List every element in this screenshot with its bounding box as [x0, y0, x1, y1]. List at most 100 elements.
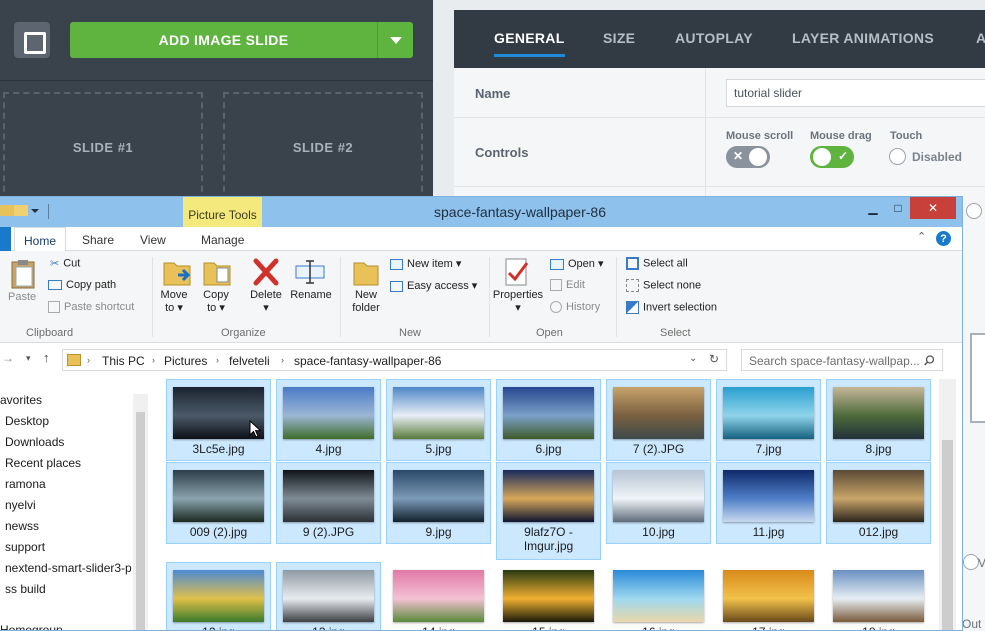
nav-newss[interactable]: newss — [5, 519, 39, 533]
folder-icon[interactable] — [14, 205, 28, 216]
edit-button[interactable]: Edit — [550, 279, 585, 292]
chevron-right-icon: › — [216, 355, 219, 365]
mouse-scroll-toggle[interactable]: ✕ — [726, 146, 770, 168]
delete-button[interactable]: Delete ▾ — [246, 289, 286, 315]
mouse-drag-toggle[interactable]: ✓ — [810, 146, 854, 168]
file-tile[interactable]: 9lafz7O - Imgur.jpg — [496, 462, 601, 560]
nav-ss-build[interactable]: ss build — [5, 582, 46, 596]
file-tile[interactable]: 7 (2).JPG — [606, 379, 711, 461]
recent-dropdown-icon[interactable]: ▾ — [26, 353, 31, 364]
copy-path-button[interactable]: Copy path — [48, 279, 116, 291]
nav-nextend-smart-slider[interactable]: nextend-smart-slider3-p — [5, 561, 135, 575]
file-tile[interactable]: 11.jpg — [716, 462, 821, 544]
refresh-icon[interactable]: ↻ — [709, 352, 719, 366]
file-tile[interactable]: 14.jpg — [386, 562, 491, 630]
add-image-slide-button[interactable]: ADD IMAGE SLIDE — [70, 22, 377, 58]
breadcrumb-this-pc[interactable]: This PC — [102, 354, 145, 368]
name-label: Name — [475, 86, 511, 101]
tab-home[interactable]: Home — [14, 227, 67, 252]
file-tile[interactable]: 5.jpg — [386, 379, 491, 461]
breadcrumb-felveteli[interactable]: felveteli — [229, 354, 270, 368]
select-all-button[interactable]: Select all — [626, 257, 688, 270]
radio-partial-bottom[interactable] — [963, 554, 979, 570]
tab-size[interactable]: SIZE — [603, 30, 635, 46]
copy-to-button[interactable]: Copy to ▾ — [200, 289, 232, 315]
tab-more[interactable]: A — [976, 30, 985, 46]
breadcrumb-pictures[interactable]: Pictures — [164, 354, 207, 368]
address-bar[interactable]: › This PC › Pictures › felveteli › space… — [62, 349, 727, 371]
tab-manage[interactable]: Manage — [201, 233, 244, 247]
slide-1-placeholder[interactable]: SLIDE #1 — [3, 92, 203, 202]
controls-label: Controls — [475, 145, 529, 160]
separator — [489, 257, 490, 337]
open-button[interactable]: Open ▾ — [550, 257, 604, 270]
maximize-button[interactable]: □ — [887, 197, 909, 219]
file-tile[interactable]: 9 (2).JPG — [276, 462, 381, 544]
tab-share[interactable]: Share — [82, 233, 114, 247]
file-tile[interactable]: 009 (2).jpg — [166, 462, 271, 544]
nav-downloads[interactable]: Downloads — [5, 435, 64, 449]
invert-selection-button[interactable]: Invert selection — [626, 301, 717, 314]
slide-2-placeholder[interactable]: SLIDE #2 — [223, 92, 423, 202]
file-tile[interactable]: 12.jpg — [166, 562, 271, 630]
toggle-view-button[interactable] — [14, 22, 50, 58]
tab-layer-animations[interactable]: LAYER ANIMATIONS — [792, 30, 934, 46]
touch-radio[interactable] — [889, 148, 906, 165]
file-tile[interactable]: 8.jpg — [826, 379, 931, 461]
file-tile[interactable]: 10.jpg — [606, 462, 711, 544]
column-divider — [705, 68, 706, 198]
up-icon[interactable]: ↑ — [43, 350, 50, 365]
tab-general[interactable]: GENERAL — [494, 30, 565, 57]
add-slide-dropdown-button[interactable] — [377, 22, 413, 58]
address-dropdown-icon[interactable]: ⌄ — [689, 353, 697, 364]
minimize-button[interactable]: ▁ — [862, 197, 884, 219]
file-tile[interactable]: 7.jpg — [716, 379, 821, 461]
close-button[interactable]: ✕ — [910, 197, 956, 219]
file-tile[interactable]: 6.jpg — [496, 379, 601, 461]
file-tab[interactable] — [0, 227, 11, 251]
history-button[interactable]: History — [550, 301, 600, 314]
title-bar[interactable]: Picture Tools space-fantasy-wallpaper-86… — [0, 197, 962, 227]
nav-desktop[interactable]: Desktop — [5, 414, 49, 428]
collapse-ribbon-icon[interactable]: ⌃ — [917, 230, 926, 243]
image-thumbnail — [723, 470, 814, 522]
move-to-icon — [163, 262, 191, 286]
help-icon[interactable]: ? — [936, 231, 951, 246]
nav-recent-places[interactable]: Recent places — [5, 456, 81, 470]
image-thumbnail — [283, 570, 374, 622]
select-none-button[interactable]: Select none — [626, 279, 701, 292]
file-tile[interactable]: 9.jpg — [386, 462, 491, 544]
file-tile[interactable]: 16.jpg — [606, 562, 711, 630]
breadcrumb-current[interactable]: space-fantasy-wallpaper-86 — [294, 354, 441, 368]
file-tile[interactable]: 15.jpg — [496, 562, 601, 630]
cut-button[interactable]: ✂ Cut — [50, 257, 80, 270]
nav-nyelvi[interactable]: nyelvi — [5, 498, 36, 512]
new-item-button[interactable]: New item ▾ — [390, 257, 461, 270]
new-folder-button[interactable]: New folder — [346, 289, 386, 315]
tab-autoplay[interactable]: AUTOPLAY — [675, 30, 753, 46]
file-tile[interactable]: 4.jpg — [276, 379, 381, 461]
properties-button[interactable]: Properties ▾ — [491, 289, 545, 315]
separator — [616, 257, 617, 337]
file-tile[interactable]: 17.jpg — [716, 562, 821, 630]
move-to-button[interactable]: Move to ▾ — [158, 289, 190, 315]
search-input[interactable]: Search space-fantasy-wallpap... — [741, 349, 943, 371]
nav-scrollbar-thumb[interactable] — [136, 412, 145, 630]
file-tile[interactable]: 012.jpg — [826, 462, 931, 544]
file-tile[interactable]: 18.jpg — [826, 562, 931, 630]
nav-homegroup[interactable]: Homegroup — [0, 623, 63, 630]
rename-button[interactable]: Rename — [289, 289, 333, 302]
radio-partial[interactable] — [966, 203, 982, 219]
quick-access-dropdown-icon[interactable] — [31, 209, 39, 213]
content-scrollbar-thumb[interactable] — [942, 440, 953, 630]
file-tile[interactable]: 13.jpg — [276, 562, 381, 630]
easy-access-button[interactable]: Easy access ▾ — [390, 279, 477, 292]
paste-button[interactable]: Paste — [8, 291, 36, 304]
nav-favorites[interactable]: avorites — [0, 393, 42, 407]
nav-ramona[interactable]: ramona — [5, 477, 46, 491]
nav-support[interactable]: support — [5, 540, 45, 554]
tab-view[interactable]: View — [140, 233, 166, 247]
slider-name-input[interactable]: tutorial slider — [726, 79, 985, 107]
paste-shortcut-button[interactable]: Paste shortcut — [48, 301, 134, 314]
back-icon[interactable]: → — [2, 351, 14, 365]
